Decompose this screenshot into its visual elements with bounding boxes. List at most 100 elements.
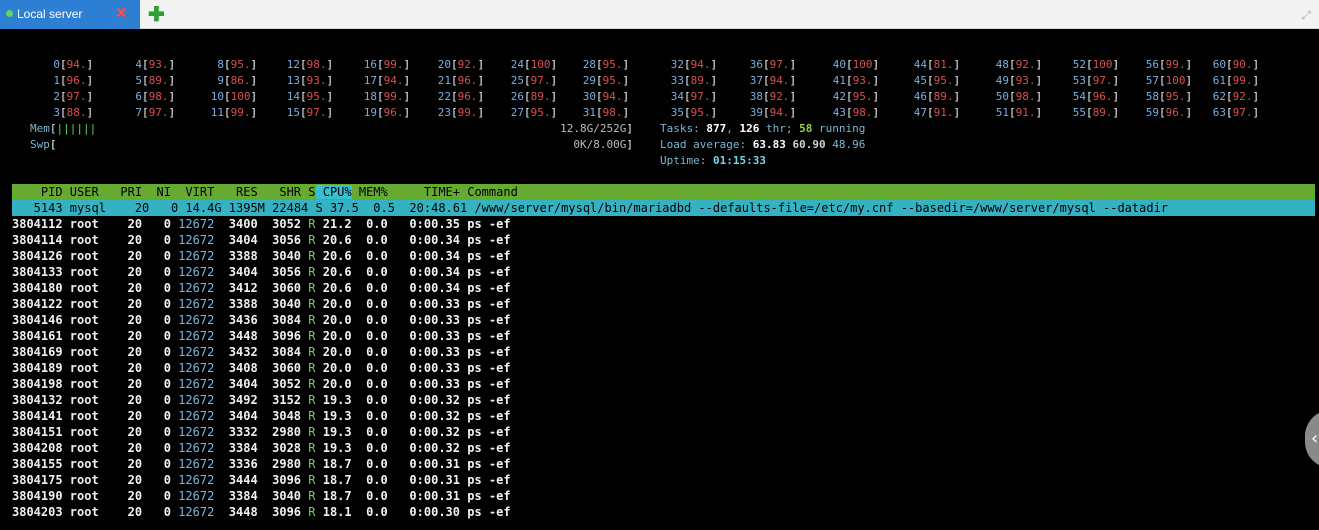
table-row[interactable]: 3804208 root 20 0 12672 3384 3028 R 19.3… — [12, 440, 511, 456]
cell-s: R — [301, 489, 316, 503]
column-header-user[interactable]: USER — [63, 185, 99, 199]
table-row[interactable]: 3804180 root 20 0 12672 3412 3060 R 20.6… — [12, 280, 511, 296]
cpu-percent: 99. — [1165, 58, 1186, 71]
cell-pri: 20 — [98, 457, 143, 471]
table-row[interactable]: 3804189 root 20 0 12672 3408 3060 R 20.0… — [12, 360, 511, 376]
cpu-index: 23 — [437, 106, 451, 119]
cpu-index: 16 — [363, 58, 377, 71]
cpu-meter-10: 10[100] — [194, 89, 257, 105]
column-header-pri[interactable]: PRI — [99, 185, 142, 199]
cell-cpu: 21.2 — [315, 217, 352, 231]
table-row[interactable]: 3804203 root 20 0 12672 3448 3096 R 18.1… — [12, 504, 511, 520]
cell-shr: 2980 — [257, 457, 302, 471]
table-row[interactable]: 3804175 root 20 0 12672 3444 3096 R 18.7… — [12, 472, 511, 488]
column-header-pid[interactable]: PID — [12, 185, 63, 199]
cell-res: 3412 — [214, 281, 258, 295]
bracket-close: ] — [86, 106, 94, 119]
column-header-mem[interactable]: MEM% — [352, 185, 388, 199]
cpu-meter-40: 40[100] — [816, 57, 879, 73]
column-header-virt[interactable]: VIRT — [171, 185, 214, 199]
bracket-open: [ — [524, 58, 531, 71]
column-header-res[interactable]: RES — [214, 185, 258, 199]
table-row[interactable]: 3804151 root 20 0 12672 3332 2980 R 19.3… — [12, 424, 511, 440]
column-header-s[interactable]: S — [301, 185, 315, 199]
bracket-open: [ — [596, 90, 603, 103]
cell-shr: 22484 — [264, 201, 309, 215]
cell-pid: 3804112 — [12, 217, 63, 231]
bracket-open: [ — [763, 106, 770, 119]
cell-time: 0:00.33 — [387, 345, 460, 359]
cpu-meter-58: 58[95.] — [1129, 89, 1192, 105]
cpu-meter-11: 11[99.] — [194, 105, 257, 121]
cell-shr: 3028 — [257, 441, 302, 455]
cell-cmd: ps -ef — [460, 393, 511, 407]
cpu-index: 49 — [995, 74, 1009, 87]
bracket-close: ] — [789, 74, 797, 87]
bracket-close: ] — [1035, 106, 1043, 119]
fullscreen-icon[interactable]: ⤢ — [1301, 8, 1311, 23]
bracket-open: [ — [224, 58, 231, 71]
table-row[interactable]: 3804169 root 20 0 12672 3432 3084 R 20.0… — [12, 344, 511, 360]
cell-mem: 0.0 — [351, 217, 388, 231]
cpu-percent: 92. — [1232, 90, 1253, 103]
table-row[interactable]: 3804146 root 20 0 12672 3436 3084 R 20.0… — [12, 312, 511, 328]
add-tab-icon[interactable]: ✚ — [148, 2, 165, 27]
table-row[interactable]: 3804112 root 20 0 12672 3400 3052 R 21.2… — [12, 216, 511, 232]
bracket-open: [ — [524, 106, 531, 119]
tab-local-server[interactable]: Local server ✕ — [0, 0, 140, 29]
cpu-percent: 98. — [148, 90, 169, 103]
cpu-index: 31 — [582, 106, 596, 119]
cell-mem: 0.0 — [351, 249, 388, 263]
cell-time: 0:00.34 — [387, 281, 460, 295]
table-row[interactable]: 3804141 root 20 0 12672 3404 3048 R 19.3… — [12, 408, 511, 424]
cell-pri: 20 — [98, 393, 143, 407]
cpu-percent: 89. — [1092, 106, 1113, 119]
table-row[interactable]: 3804190 root 20 0 12672 3384 3040 R 18.7… — [12, 488, 511, 504]
bracket-close: ] — [86, 90, 94, 103]
collapse-panel-handle[interactable]: ‹ — [1305, 410, 1319, 468]
selected-process-row[interactable]: 5143 mysql 20 0 14.4G 1395M 22484 S 37.5… — [12, 200, 1315, 216]
tasks-line: Tasks: 877, 126 thr; 58 running — [660, 122, 866, 135]
cpu-meter-17: 17[94.] — [347, 73, 410, 89]
cell-mem: 0.0 — [351, 265, 388, 279]
cell-res: 1395M — [221, 201, 265, 215]
column-header-cpu[interactable]: CPU% — [315, 185, 352, 199]
cpu-index: 39 — [749, 106, 763, 119]
cell-ni: 0 — [142, 457, 171, 471]
cpu-percent: 96. — [457, 90, 478, 103]
terminal[interactable]: 0[94.] 1[96.] 2[97.] 3[88.] 4[93.] 5[89.] 6[98… — [0, 30, 1319, 530]
table-row[interactable]: 3804161 root 20 0 12672 3448 3096 R 20.0… — [12, 328, 511, 344]
cpu-percent: 99. — [383, 58, 404, 71]
close-tab-icon[interactable]: ✕ — [115, 4, 128, 22]
table-row[interactable]: 3804126 root 20 0 12672 3388 3040 R 20.6… — [12, 248, 511, 264]
column-header-ni[interactable]: NI — [142, 185, 171, 199]
column-header-shr[interactable]: SHR — [258, 185, 301, 199]
table-row[interactable]: 3804122 root 20 0 12672 3388 3040 R 20.0… — [12, 296, 511, 312]
column-header-command[interactable]: Command — [460, 185, 518, 199]
table-row[interactable]: 3804133 root 20 0 12672 3404 3056 R 20.6… — [12, 264, 511, 280]
bracket-close: ] — [550, 90, 558, 103]
bracket-close: ] — [1185, 58, 1193, 71]
cpu-percent: 95. — [602, 74, 623, 87]
cell-s: R — [301, 329, 316, 343]
cell-shr: 3084 — [257, 345, 302, 359]
cell-time: 0:00.32 — [387, 409, 460, 423]
table-row[interactable]: 3804155 root 20 0 12672 3336 2980 R 18.7… — [12, 456, 511, 472]
cell-pid: 3804126 — [12, 249, 63, 263]
cpu-index: 62 — [1212, 90, 1226, 103]
cell-mem: 0.5 — [358, 201, 395, 215]
cell-cpu: 20.6 — [315, 249, 352, 263]
table-row[interactable]: 3804114 root 20 0 12672 3404 3056 R 20.6… — [12, 232, 511, 248]
cell-res: 3492 — [214, 393, 258, 407]
table-row[interactable]: 3804132 root 20 0 12672 3492 3152 R 19.3… — [12, 392, 511, 408]
cell-cmd: ps -ef — [460, 361, 511, 375]
cell-mem: 0.0 — [351, 473, 388, 487]
cpu-index: 18 — [363, 90, 377, 103]
table-row[interactable]: 3804198 root 20 0 12672 3404 3052 R 20.0… — [12, 376, 511, 392]
cell-res: 3400 — [214, 217, 258, 231]
bracket-open: [ — [684, 106, 691, 119]
column-header-time[interactable]: TIME+ — [388, 185, 460, 199]
cpu-percent: 86. — [230, 74, 251, 87]
bracket-close: ] — [168, 58, 176, 71]
cpu-percent: 89. — [530, 90, 551, 103]
